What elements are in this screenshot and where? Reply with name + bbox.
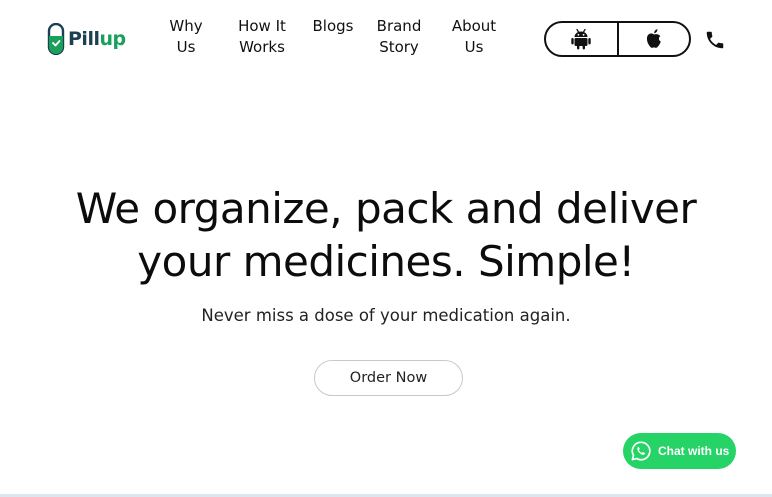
nav-label-line1: Why (169, 17, 203, 35)
pillup-logo[interactable]: Pillup (47, 22, 126, 56)
chat-with-us-button[interactable]: Chat with us (623, 433, 736, 469)
nav-why-us[interactable]: Why Us (168, 16, 204, 58)
app-store-links (544, 21, 691, 57)
pill-shield-icon (47, 23, 65, 55)
apple-icon (646, 29, 661, 48)
nav-label-line2: Works (239, 38, 285, 56)
hero-title-line2: your medicines. Simple! (137, 237, 635, 286)
logo-text-pill: Pill (68, 28, 100, 50)
hero-title-line1: We organize, pack and deliver (75, 184, 697, 233)
nav-label-line2: Us (176, 38, 196, 56)
nav-label-line1: About (451, 17, 497, 35)
nav-label-line1: Brand (376, 17, 422, 35)
whatsapp-icon (631, 441, 651, 461)
android-icon (571, 28, 591, 50)
logo-text-up: up (99, 28, 126, 50)
ios-app-button[interactable] (616, 23, 690, 55)
order-now-button[interactable]: Order Now (314, 360, 463, 396)
hero-subtitle: Never miss a dose of your medication aga… (201, 306, 571, 325)
android-app-button[interactable] (546, 23, 617, 55)
chat-label: Chat with us (658, 444, 730, 458)
nav-label-line1: Blogs (312, 17, 354, 35)
hero-title: We organize, pack and deliver your medic… (0, 182, 772, 288)
nav-brand-story[interactable]: Brand Story (376, 16, 422, 58)
phone-icon[interactable] (704, 27, 726, 53)
nav-label-line2: Story (379, 38, 419, 56)
nav-about-us[interactable]: About Us (450, 16, 498, 58)
logo-wordmark: Pillup (68, 28, 126, 50)
nav-how-it-works[interactable]: How It Works (236, 16, 288, 58)
nav-label-line1: How It (238, 17, 286, 35)
nav-label-line2: Us (464, 38, 484, 56)
nav-blogs[interactable]: Blogs (312, 16, 354, 37)
site-header: Pillup Why Us How It Works Blogs Brand S… (0, 0, 772, 80)
